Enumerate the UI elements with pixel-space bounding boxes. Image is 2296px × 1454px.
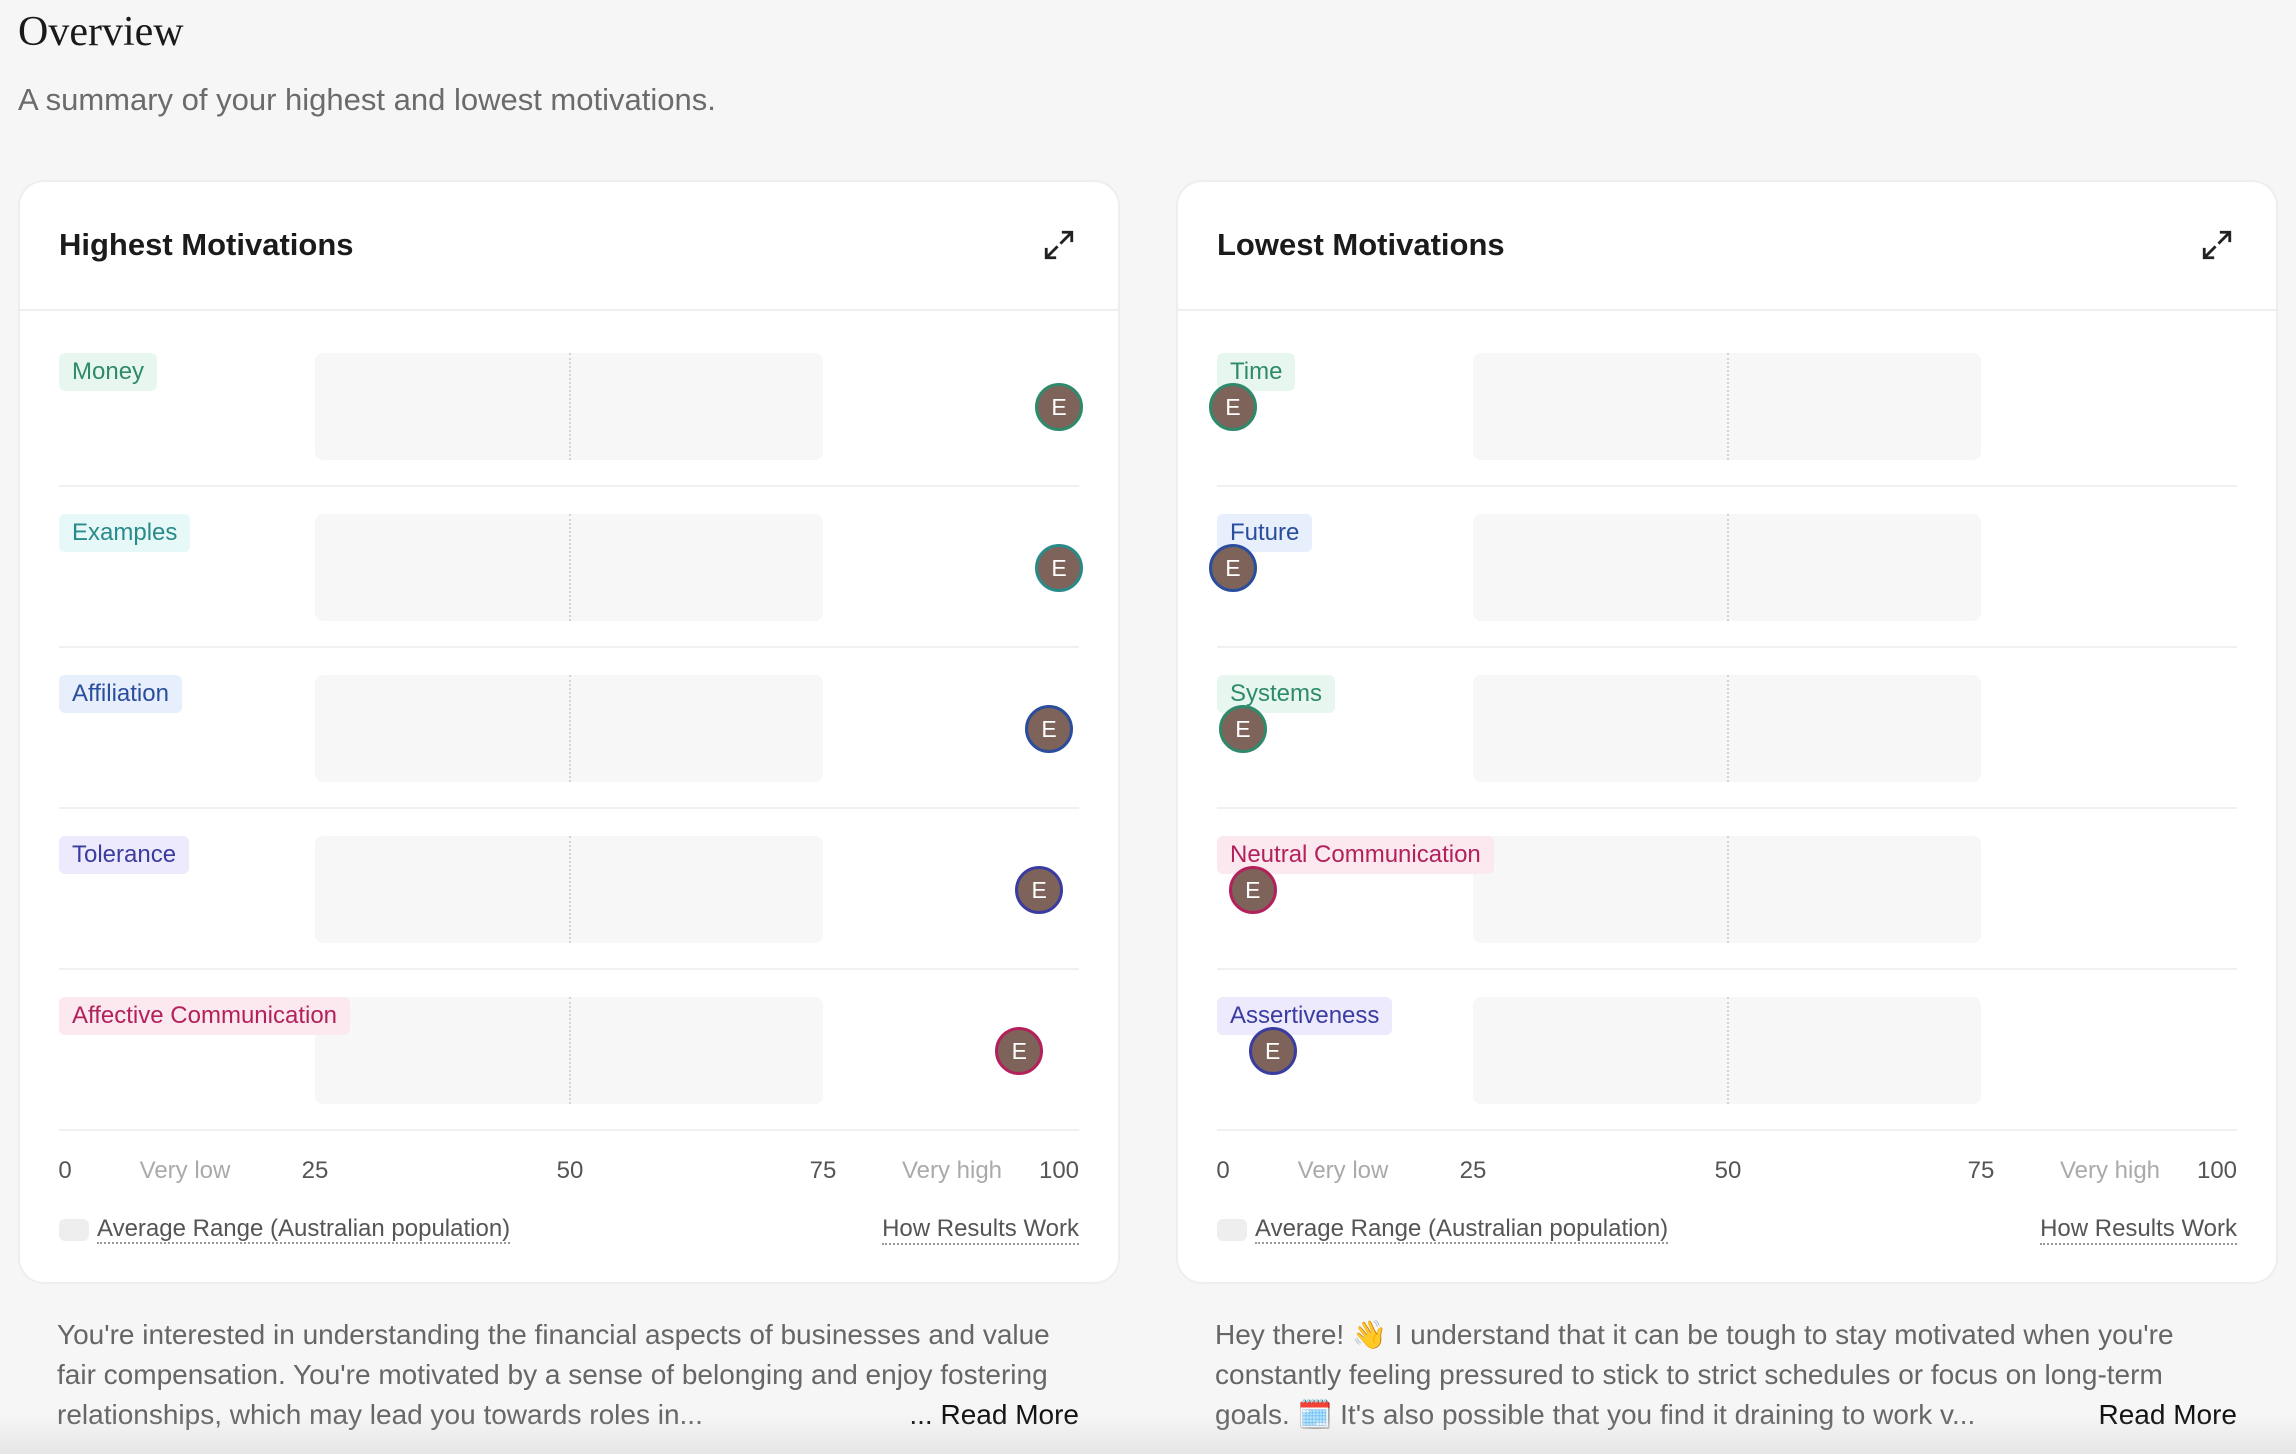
highest-motivations-card: Highest Motivations Money E Examples E A… (18, 180, 1120, 1284)
motivation-row: Affective Communication E (59, 997, 1079, 1131)
motivation-label: Examples (59, 514, 191, 552)
midline (1727, 836, 1729, 943)
midline (569, 514, 571, 621)
axis-tick-label: Very low (1297, 1157, 1389, 1184)
axis-tick-label: 25 (301, 1157, 329, 1184)
motivation-row: Systems E (1217, 675, 2237, 809)
motivation-label: Affective Communication (59, 997, 351, 1035)
score-marker[interactable]: E (1248, 1027, 1297, 1075)
midline (1727, 353, 1729, 460)
midline (569, 997, 571, 1104)
score-marker[interactable]: E (1015, 866, 1064, 914)
midline (1727, 997, 1729, 1104)
how-results-work-link[interactable]: How Results Work (882, 1215, 1079, 1245)
score-marker[interactable]: E (1035, 383, 1083, 431)
midline (569, 675, 571, 782)
axis-tick-label: 50 (1714, 1157, 1742, 1184)
axis-tick-label: 75 (809, 1157, 837, 1184)
average-range-legend[interactable]: Average Range (Australian population) (1255, 1215, 1669, 1244)
motivation-label: Affiliation (59, 675, 182, 713)
motivation-label: Assertiveness (1217, 997, 1393, 1035)
axis-tick-label: Very high (901, 1157, 1003, 1184)
axis-tick-label: 0 (1216, 1157, 1230, 1184)
motivation-row: Assertiveness E (1217, 997, 2237, 1131)
axis-tick-label: 100 (1038, 1157, 1080, 1184)
motivation-row: Money E (59, 353, 1083, 487)
bottom-fade (0, 1414, 2296, 1454)
score-marker[interactable]: E (1208, 383, 1257, 431)
score-marker[interactable]: E (1218, 705, 1267, 753)
score-marker[interactable]: E (1025, 705, 1074, 753)
lowest-motivations-card: Lowest Motivations Time E Future E Syste… (1176, 180, 2278, 1284)
card-title: Highest Motivations (59, 227, 354, 262)
motivation-row: Examples E (59, 514, 1083, 648)
average-range-legend[interactable]: Average Range (Australian population) (97, 1215, 511, 1244)
score-marker[interactable]: E (995, 1027, 1044, 1075)
score-marker[interactable]: E (1208, 544, 1257, 592)
axis-tick-label: 100 (2196, 1157, 2238, 1184)
expand-icon[interactable] (2200, 228, 2234, 262)
midline (569, 353, 571, 460)
card-title: Lowest Motivations (1217, 227, 1505, 262)
axis-tick-label: 0 (58, 1157, 72, 1184)
motivation-label: Tolerance (59, 836, 190, 874)
motivation-row: Neutral Communication E (1217, 836, 2237, 970)
page-title: Overview (18, 9, 184, 55)
score-marker[interactable]: E (1228, 866, 1277, 914)
score-marker[interactable]: E (1035, 544, 1083, 592)
legend-swatch (1217, 1218, 1247, 1241)
motivation-row: Affiliation E (59, 675, 1079, 809)
axis-tick-label: 25 (1459, 1157, 1487, 1184)
motivation-row: Time E (1208, 353, 2237, 487)
axis-tick-label: 75 (1967, 1157, 1995, 1184)
how-results-work-link[interactable]: How Results Work (2040, 1215, 2237, 1245)
motivation-label: Money (59, 353, 158, 391)
midline (1727, 675, 1729, 782)
motivation-row: Future E (1208, 514, 2237, 648)
page-subtitle: A summary of your highest and lowest mot… (18, 82, 716, 117)
midline (1727, 514, 1729, 621)
card-header: Lowest Motivations (1178, 182, 2276, 311)
expand-icon[interactable] (1042, 228, 1076, 262)
axis-tick-label: Very high (2059, 1157, 2161, 1184)
card-header: Highest Motivations (20, 182, 1118, 311)
legend-swatch (59, 1218, 89, 1241)
axis-tick-label: 50 (556, 1157, 584, 1184)
axis-tick-label: Very low (139, 1157, 231, 1184)
axis: 0 Very low 25 50 75 Very high 100 (1216, 1157, 2238, 1189)
axis: 0 Very low 25 50 75 Very high 100 (58, 1157, 1080, 1189)
midline (569, 836, 571, 943)
motivation-row: Tolerance E (59, 836, 1079, 970)
